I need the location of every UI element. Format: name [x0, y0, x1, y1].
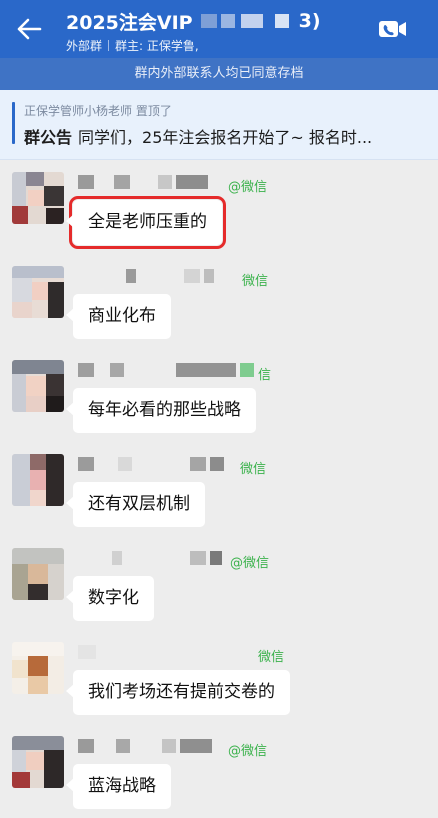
wechat-tag: @微信: [228, 180, 268, 195]
redacted-sender-name: [78, 268, 218, 284]
redacted-title-mosaic: [220, 14, 235, 28]
external-group-label: 外部群: [66, 39, 103, 53]
message-item: @微信 蓝海战略: [0, 724, 438, 818]
message-bubble[interactable]: 数字化: [66, 576, 154, 621]
announcement-content: 群公告 同学们，25年注会报名开始了~ 报名时...: [24, 124, 428, 148]
message-item: @微信 数字化: [0, 536, 438, 630]
back-arrow-icon: [17, 18, 42, 40]
message-item: @微信 全是老师压重的: [0, 160, 438, 254]
redacted-title-mosaic: [274, 14, 289, 28]
group-title-tail: 3): [298, 10, 321, 32]
message-item: 微信 商业化布: [0, 254, 438, 348]
sender-avatar[interactable]: [12, 360, 64, 412]
wechat-tag: @微信: [230, 556, 270, 571]
subtitle-divider: [108, 40, 110, 51]
redacted-sender-name: [78, 362, 258, 378]
message-item: 微信 我们考场还有提前交卷的: [0, 630, 438, 724]
group-title-area[interactable]: 2025注会VIP 3) 外部群 群主: 正保学鲁,: [66, 6, 366, 54]
message-item: 微信 还有双层机制: [0, 442, 438, 536]
chat-header: 2025注会VIP 3) 外部群 群主: 正保学鲁,: [0, 0, 438, 58]
announcement-pinned-by: 正保学管师小杨老师 置顶了: [24, 104, 172, 118]
message-bubble[interactable]: 蓝海战略: [66, 764, 171, 809]
message-bubble[interactable]: 每年必看的那些战略: [66, 388, 256, 433]
video-call-icon: [379, 21, 406, 37]
wechat-tag: @微信: [228, 744, 268, 759]
wechat-tag: 微信: [258, 650, 285, 665]
announcement-text: 同学们，25年注会报名开始了~ 报名时...: [78, 128, 373, 147]
message-bubble[interactable]: 全是老师压重的: [66, 196, 226, 249]
sender-avatar[interactable]: [12, 642, 64, 694]
redacted-title-mosaic: [200, 14, 217, 28]
redacted-sender-name: [78, 456, 228, 472]
sender-avatar[interactable]: [12, 172, 64, 224]
video-call-button[interactable]: [378, 16, 408, 42]
message-bubble[interactable]: 还有双层机制: [66, 482, 205, 527]
redacted-sender-name: [78, 550, 226, 566]
sender-avatar[interactable]: [12, 736, 64, 788]
announcement-accent: [12, 102, 15, 144]
wechat-tag: 微信: [240, 462, 267, 477]
message-list[interactable]: @微信 全是老师压重的 微信 商业化布 信 每年必看的那些战略 微信 还有双层机…: [0, 160, 438, 818]
group-owner-label: 群主: 正保学鲁,: [115, 39, 199, 53]
sender-avatar[interactable]: [12, 548, 64, 600]
announcement-label: 群公告: [24, 128, 73, 147]
message-bubble[interactable]: 商业化布: [66, 294, 171, 339]
archive-notice: 群内外部联系人均已同意存档: [0, 58, 438, 90]
redacted-sender-name: [78, 644, 100, 660]
redacted-sender-name: [78, 174, 212, 190]
sender-avatar[interactable]: [12, 454, 64, 506]
back-button[interactable]: [14, 14, 44, 44]
redacted-title-mosaic: [240, 14, 263, 28]
group-title: 2025注会VIP: [66, 11, 193, 34]
redacted-sender-name: [78, 738, 216, 754]
message-item: 信 每年必看的那些战略: [0, 348, 438, 442]
sender-avatar[interactable]: [12, 266, 64, 318]
wechat-tag: 信: [258, 368, 272, 383]
message-bubble[interactable]: 我们考场还有提前交卷的: [66, 670, 290, 715]
group-announcement[interactable]: 正保学管师小杨老师 置顶了 群公告 同学们，25年注会报名开始了~ 报名时...: [0, 90, 438, 160]
wechat-tag: 微信: [242, 274, 269, 289]
